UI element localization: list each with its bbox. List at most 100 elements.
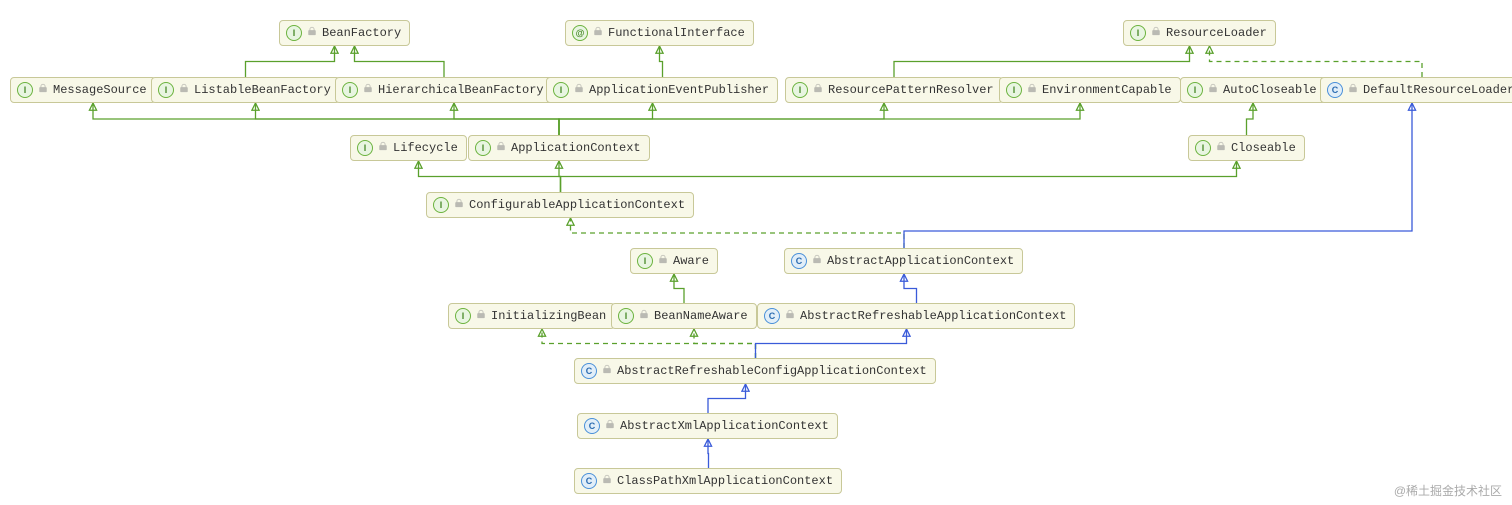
edge-appEventPublisher-to-functionalInterface bbox=[660, 46, 663, 77]
node-abstractRefreshableConfig: CAbstractRefreshableConfigApplicationCon… bbox=[574, 358, 936, 384]
type-icon: I bbox=[1195, 140, 1211, 156]
lock-icon bbox=[602, 474, 612, 488]
lock-icon bbox=[658, 254, 668, 268]
node-classPathXml: C ClassPathXmlApplicationContext bbox=[574, 468, 842, 494]
node-label: ResourcePatternResolver bbox=[828, 83, 994, 97]
node-label: FunctionalInterface bbox=[608, 26, 745, 40]
node-beanFactory: IBeanFactory bbox=[279, 20, 410, 46]
edge-hierarchicalBeanFactory-to-beanFactory bbox=[355, 46, 445, 77]
edge-classPathXml-to-abstractXml bbox=[708, 439, 709, 468]
type-icon: @ bbox=[572, 25, 588, 41]
type-icon: I bbox=[455, 308, 471, 324]
node-label: AbstractApplicationContext bbox=[827, 254, 1014, 268]
node-appEventPublisher: IApplicationEventPublisher bbox=[546, 77, 778, 103]
lock-icon bbox=[813, 83, 823, 97]
lock-icon bbox=[307, 26, 317, 40]
node-functionalInterface: @ FunctionalInterface bbox=[565, 20, 754, 46]
type-icon: C bbox=[1327, 82, 1343, 98]
node-beanNameAware: I BeanNameAware bbox=[611, 303, 757, 329]
watermark: @稀土掘金技术社区 bbox=[1394, 482, 1502, 499]
edge-abstractRefreshableConfig-to-beanNameAware bbox=[694, 329, 756, 358]
edge-applicationContext-to-messageSource bbox=[93, 103, 559, 135]
type-icon: I bbox=[1187, 82, 1203, 98]
edge-abstractXml-to-abstractRefreshableConfig bbox=[708, 384, 746, 413]
lock-icon bbox=[605, 419, 615, 433]
lock-icon bbox=[1151, 26, 1161, 40]
lock-icon bbox=[1027, 83, 1037, 97]
type-icon: C bbox=[791, 253, 807, 269]
lock-icon bbox=[378, 141, 388, 155]
edge-applicationContext-to-appEventPublisher bbox=[559, 103, 653, 135]
edge-configurableAppContext-to-closeable bbox=[561, 161, 1237, 192]
node-defaultResourceLoader: C DefaultResourceLoader bbox=[1320, 77, 1512, 103]
edge-closeable-to-autoCloseable bbox=[1247, 103, 1254, 135]
lock-icon bbox=[1348, 83, 1358, 97]
node-initializingBean: IInitializingBean bbox=[448, 303, 615, 329]
node-aware: IAware bbox=[630, 248, 718, 274]
edge-beanNameAware-to-aware bbox=[674, 274, 684, 303]
edge-abstractRefreshableConfig-to-abstractRefreshable bbox=[756, 329, 907, 358]
edge-abstractRefreshable-to-abstractAppContext bbox=[904, 274, 917, 303]
node-abstractRefreshable: CAbstractRefreshableApplicationContext bbox=[757, 303, 1075, 329]
node-label: Lifecycle bbox=[393, 141, 458, 155]
node-label: HierarchicalBeanFactory bbox=[378, 83, 544, 97]
node-resourcePatternResolver: I ResourcePatternResolver bbox=[785, 77, 1003, 103]
type-icon: C bbox=[584, 418, 600, 434]
node-label: ApplicationContext bbox=[511, 141, 641, 155]
edge-listableBeanFactory-to-beanFactory bbox=[246, 46, 335, 77]
edge-applicationContext-to-listableBeanFactory bbox=[256, 103, 560, 135]
type-icon: I bbox=[1130, 25, 1146, 41]
edge-abstractRefreshableConfig-to-initializingBean bbox=[542, 329, 756, 358]
node-label: MessageSource bbox=[53, 83, 147, 97]
node-label: ConfigurableApplicationContext bbox=[469, 198, 685, 212]
type-icon: I bbox=[357, 140, 373, 156]
type-icon: C bbox=[581, 473, 597, 489]
edge-abstractAppContext-to-configurableAppContext bbox=[571, 218, 905, 248]
type-icon: C bbox=[581, 363, 597, 379]
edge-resourcePatternResolver-to-resourceLoader bbox=[894, 46, 1190, 77]
node-label: DefaultResourceLoader bbox=[1363, 83, 1512, 97]
node-abstractAppContext: C AbstractApplicationContext bbox=[784, 248, 1023, 274]
node-label: AbstractXmlApplicationContext bbox=[620, 419, 829, 433]
lock-icon bbox=[496, 141, 506, 155]
node-label: AbstractRefreshableApplicationContext bbox=[800, 309, 1066, 323]
node-autoCloseable: I AutoCloseable bbox=[1180, 77, 1326, 103]
type-icon: I bbox=[286, 25, 302, 41]
type-icon: I bbox=[618, 308, 634, 324]
node-label: BeanNameAware bbox=[654, 309, 748, 323]
node-resourceLoader: IResourceLoader bbox=[1123, 20, 1276, 46]
node-environmentCapable: IEnvironmentCapable bbox=[999, 77, 1181, 103]
edge-configurableAppContext-to-applicationContext bbox=[559, 161, 561, 192]
node-abstractXml: C AbstractXmlApplicationContext bbox=[577, 413, 838, 439]
type-icon: I bbox=[433, 197, 449, 213]
lock-icon bbox=[1216, 141, 1226, 155]
edge-configurableAppContext-to-lifecycle bbox=[419, 161, 561, 192]
type-icon: I bbox=[475, 140, 491, 156]
node-hierarchicalBeanFactory: I HierarchicalBeanFactory bbox=[335, 77, 553, 103]
node-label: ApplicationEventPublisher bbox=[589, 83, 769, 97]
lock-icon bbox=[574, 83, 584, 97]
lock-icon bbox=[602, 364, 612, 378]
edge-applicationContext-to-hierarchicalBeanFactory bbox=[454, 103, 559, 135]
node-label: AutoCloseable bbox=[1223, 83, 1317, 97]
node-label: Closeable bbox=[1231, 141, 1296, 155]
node-configurableAppContext: I ConfigurableApplicationContext bbox=[426, 192, 694, 218]
type-icon: I bbox=[342, 82, 358, 98]
lock-icon bbox=[812, 254, 822, 268]
type-icon: I bbox=[17, 82, 33, 98]
node-applicationContext: I ApplicationContext bbox=[468, 135, 650, 161]
lock-icon bbox=[179, 83, 189, 97]
edge-applicationContext-to-environmentCapable bbox=[559, 103, 1080, 135]
lock-icon bbox=[1208, 83, 1218, 97]
node-label: ClassPathXmlApplicationContext bbox=[617, 474, 833, 488]
edge-abstractAppContext-to-defaultResourceLoader bbox=[904, 103, 1412, 248]
type-icon: I bbox=[792, 82, 808, 98]
node-messageSource: I MessageSource bbox=[10, 77, 156, 103]
node-closeable: I Closeable bbox=[1188, 135, 1305, 161]
type-icon: I bbox=[158, 82, 174, 98]
lock-icon bbox=[363, 83, 373, 97]
node-label: EnvironmentCapable bbox=[1042, 83, 1172, 97]
lock-icon bbox=[38, 83, 48, 97]
node-label: ListableBeanFactory bbox=[194, 83, 331, 97]
edge-applicationContext-to-resourcePatternResolver bbox=[559, 103, 884, 135]
